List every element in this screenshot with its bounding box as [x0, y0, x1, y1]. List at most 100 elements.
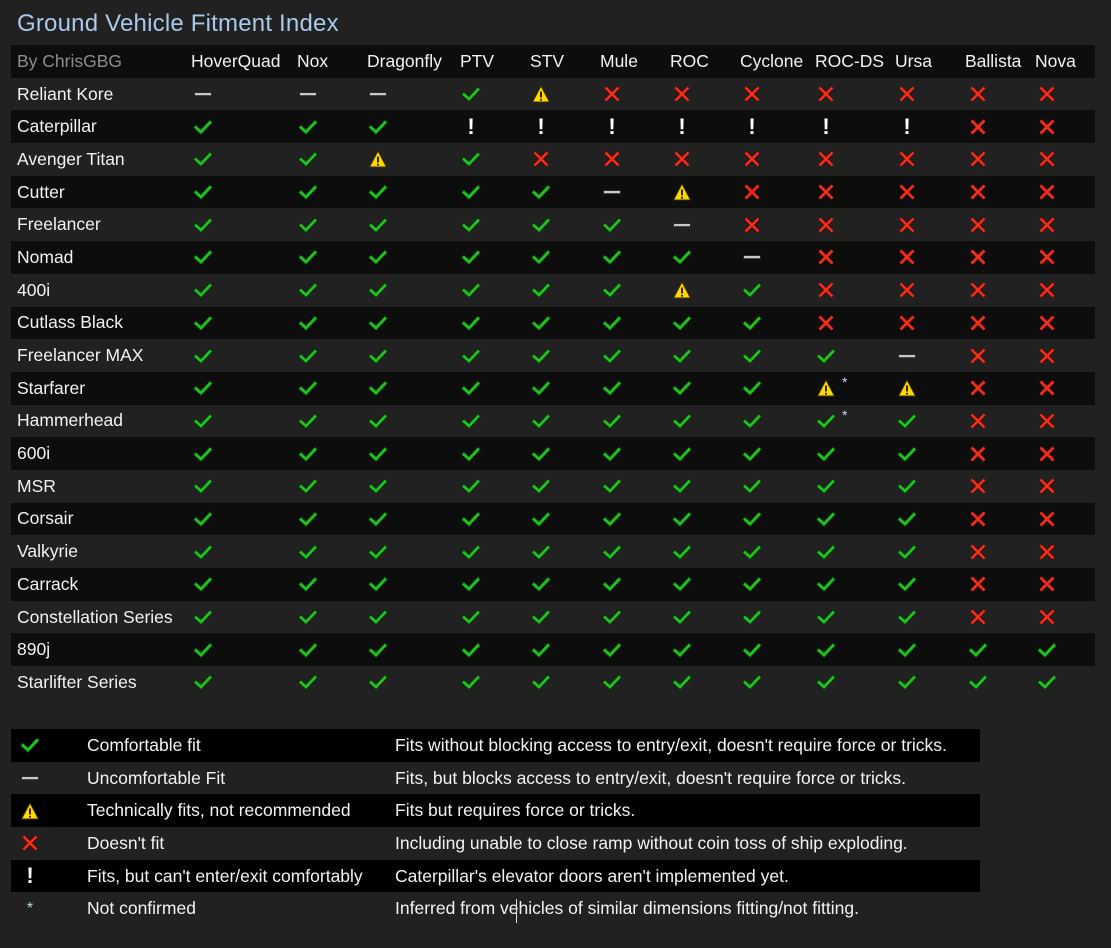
check-icon [531, 215, 551, 235]
fitment-cell [732, 339, 772, 372]
check-icon [461, 247, 481, 267]
fitment-cell: ! [451, 110, 491, 143]
fitment-cell [451, 274, 491, 307]
check-icon [531, 574, 551, 594]
asterisk-icon: * [842, 406, 848, 423]
check-icon [531, 509, 551, 529]
check-icon [672, 640, 692, 660]
fitment-cell: ! [806, 110, 846, 143]
fitment-cell [806, 633, 846, 666]
exclamation-icon: ! [26, 863, 34, 889]
cross-icon [742, 215, 762, 235]
cross-icon [1037, 378, 1057, 398]
fitment-cell [1027, 568, 1067, 601]
fitment-cell [451, 535, 491, 568]
check-icon [368, 378, 388, 398]
check-icon [602, 640, 622, 660]
fitment-cell [662, 503, 702, 536]
cross-icon [1037, 84, 1057, 104]
fitment-cell [592, 405, 632, 438]
fitment-cell [521, 568, 561, 601]
fitment-cell [358, 307, 398, 340]
fitment-cell [662, 208, 702, 241]
fitment-cell [451, 176, 491, 209]
check-icon [298, 313, 318, 333]
table-row: Hammerhead * [11, 404, 1095, 438]
fitment-cell [662, 307, 702, 340]
fitment-cell [592, 372, 632, 405]
check-icon [20, 735, 40, 755]
fitment-cell [732, 372, 772, 405]
check-icon [193, 607, 213, 627]
fitment-cell [806, 78, 846, 111]
fitment-cell [358, 405, 398, 438]
fitment-cell [958, 666, 998, 699]
fitment-cell: * [806, 372, 848, 405]
fitment-cell [592, 78, 632, 111]
check-icon [298, 182, 318, 202]
fitment-cell [183, 307, 223, 340]
dash-icon [672, 215, 692, 235]
fitment-cell [662, 78, 702, 111]
legend-row: Doesn't fit Including unable to close ram… [11, 827, 980, 860]
check-icon [531, 640, 551, 660]
fitment-cell [521, 437, 561, 470]
asterisk-icon: * [842, 374, 848, 391]
check-icon [897, 509, 917, 529]
cross-icon [1037, 476, 1057, 496]
check-icon [298, 640, 318, 660]
check-icon [461, 640, 481, 660]
check-icon [368, 444, 388, 464]
fitment-cell [592, 470, 632, 503]
fitment-cell [288, 666, 328, 699]
check-icon [742, 509, 762, 529]
cross-icon [1037, 607, 1057, 627]
fitment-cell [1027, 535, 1067, 568]
cross-icon [672, 149, 692, 169]
exclamation-icon: ! [903, 113, 911, 139]
fitment-cell [358, 568, 398, 601]
check-icon [368, 476, 388, 496]
fitment-cell [958, 633, 998, 666]
ship-name: Reliant Kore [17, 83, 114, 104]
check-icon [298, 574, 318, 594]
fitment-cell [521, 601, 561, 634]
cross-icon [968, 346, 988, 366]
check-icon [897, 574, 917, 594]
cross-icon [1037, 117, 1057, 137]
legend-icon-cell [19, 762, 41, 795]
legend-name: Fits, but can't enter/exit comfortably [87, 865, 363, 886]
fitment-cell [732, 601, 772, 634]
fitment-cell [592, 143, 632, 176]
fitment-cell [183, 176, 223, 209]
warning-icon [672, 182, 692, 202]
check-icon [368, 574, 388, 594]
legend-icon-cell: ! [19, 860, 41, 893]
ship-name: Constellation Series [17, 606, 173, 627]
cross-icon [1037, 574, 1057, 594]
fitment-cell [451, 143, 491, 176]
cross-icon [1037, 509, 1057, 529]
fitment-cell [183, 110, 223, 143]
legend-row: Comfortable fit Fits without blocking acc… [11, 729, 980, 762]
fitment-cell [451, 666, 491, 699]
column-header-ursa: Ursa [895, 50, 932, 71]
fitment-cell [732, 503, 772, 536]
ship-name: Hammerhead [17, 410, 124, 431]
warning-icon [368, 149, 388, 169]
check-icon [368, 313, 388, 333]
cross-icon [897, 313, 917, 333]
fitment-cell [958, 470, 998, 503]
fitment-cell [1027, 666, 1067, 699]
check-icon [461, 574, 481, 594]
legend-icon-cell [19, 729, 41, 762]
fitment-cell [887, 535, 927, 568]
check-icon [602, 574, 622, 594]
check-icon [461, 378, 481, 398]
check-icon [298, 378, 318, 398]
column-header-nox: Nox [297, 50, 329, 71]
check-icon [602, 280, 622, 300]
fitment-cell [887, 176, 927, 209]
ship-name: Starfarer [17, 377, 86, 398]
fitment-cell [288, 274, 328, 307]
